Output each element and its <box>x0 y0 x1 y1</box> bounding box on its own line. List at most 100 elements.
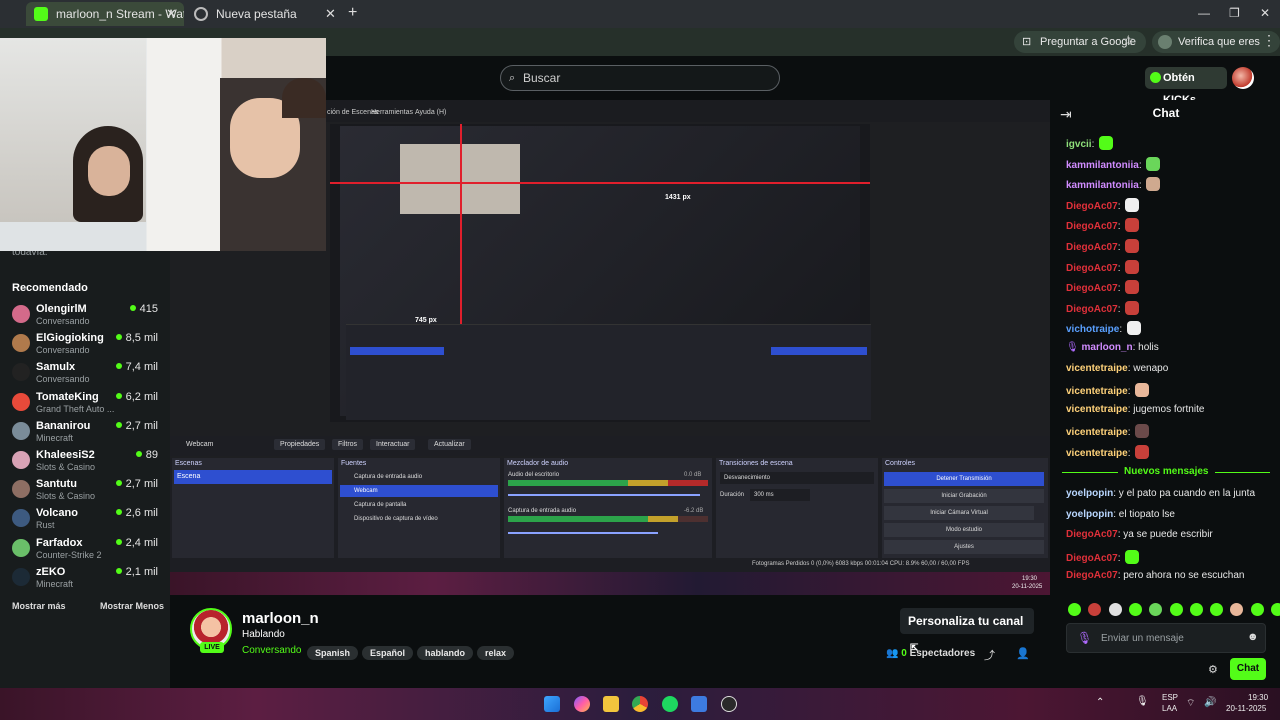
tray-chevron-icon[interactable]: ⌃ <box>1096 697 1104 708</box>
emote-icon[interactable] <box>1169 603 1183 616</box>
virtual-camera-button[interactable]: Iniciar Cámara Virtual <box>884 506 1034 520</box>
emote-icon[interactable] <box>1108 603 1122 616</box>
emote-icon[interactable] <box>1128 603 1142 616</box>
chat-username[interactable]: vicentetraipe <box>1066 363 1128 374</box>
obs-studio-icon[interactable] <box>721 696 737 712</box>
source-item[interactable]: Dispositivo de captura de vídeo <box>340 513 498 525</box>
roblox-icon[interactable] <box>691 696 707 712</box>
maximize-button[interactable]: ❐ <box>1229 6 1240 20</box>
recommended-channel[interactable]: Farfadox Counter-Strike 2 2,4 mil <box>0 535 170 564</box>
recommended-channel[interactable]: zEKO Minecraft 2,1 mil <box>0 564 170 593</box>
close-tab-icon[interactable]: ✕ <box>325 6 336 22</box>
bookmark-star-icon[interactable]: ☆ <box>1122 32 1135 49</box>
emote-icon[interactable] <box>1210 603 1224 616</box>
chat-username[interactable]: vicentetraipe <box>1066 404 1128 415</box>
show-less-button[interactable]: Mostrar Menos <box>100 601 164 611</box>
chat-username[interactable]: vicentetraipe <box>1066 448 1128 459</box>
mixer-volume-slider[interactable] <box>508 532 658 534</box>
search-input[interactable]: ⌕ Buscar <box>500 65 780 91</box>
close-window-button[interactable]: ✕ <box>1260 6 1270 20</box>
user-avatar[interactable] <box>1232 67 1254 89</box>
chat-username[interactable]: DiegoAc07 <box>1066 570 1118 581</box>
follow-icon[interactable]: 👤 <box>1016 647 1030 660</box>
input-region[interactable]: LAA <box>1162 704 1177 713</box>
stop-streaming-button[interactable]: Detener Transmisión <box>884 472 1044 486</box>
chat-username[interactable]: yoelpopin <box>1066 509 1113 520</box>
chat-username[interactable]: vicentetraipe <box>1066 427 1128 438</box>
scene-item[interactable]: Escena <box>174 470 332 484</box>
send-chat-button[interactable]: Chat <box>1230 658 1266 680</box>
recommended-channel[interactable]: TomateKing Grand Theft Auto ... 6,2 mil <box>0 389 170 418</box>
chat-username[interactable]: DiegoAc07 <box>1066 553 1118 564</box>
chat-username[interactable]: DiegoAc07 <box>1066 201 1118 212</box>
get-kicks-button[interactable]: Obtén KICKs <box>1145 67 1227 106</box>
emote-icon[interactable] <box>1149 603 1163 616</box>
spotify-icon[interactable] <box>662 696 678 712</box>
customize-channel-button[interactable]: Personaliza tu canal ⇱ <box>900 608 1034 654</box>
tag-chip[interactable]: Spanish <box>307 646 359 660</box>
emote-icon[interactable] <box>1088 603 1102 616</box>
chrome-icon[interactable] <box>632 696 648 712</box>
tag-chip[interactable]: Español <box>362 646 414 660</box>
start-recording-button[interactable]: Iniciar Grabación <box>884 489 1044 503</box>
new-tab-button[interactable]: + <box>348 4 357 22</box>
emote-icon[interactable] <box>1250 603 1264 616</box>
tag-chip[interactable]: relax <box>477 646 515 660</box>
volume-icon[interactable]: 🔊 <box>1204 697 1216 708</box>
microphone-icon[interactable]: 🎙 <box>1077 631 1092 645</box>
emote-icon[interactable] <box>1271 603 1280 616</box>
chat-username[interactable]: kammilantoniia <box>1066 160 1139 171</box>
tag-chip[interactable]: hablando <box>417 646 474 660</box>
close-tab-icon[interactable]: ✕ <box>166 6 177 22</box>
copilot-icon[interactable] <box>574 696 590 712</box>
obs-refresh-button[interactable]: Actualizar <box>428 439 471 450</box>
source-item[interactable]: Webcam <box>340 485 498 497</box>
system-date[interactable]: 20-11-2025 <box>1226 704 1266 713</box>
tray-mic-icon[interactable]: 🎙 <box>1136 696 1149 707</box>
source-item[interactable]: Captura de entrada audio <box>340 471 498 483</box>
chat-username[interactable]: vicentetraipe <box>1066 386 1128 397</box>
obs-filters-button[interactable]: Filtros <box>332 439 364 450</box>
chat-username[interactable]: igvcii <box>1066 139 1092 150</box>
recommended-channel[interactable]: OlengirlM Conversando 415 <box>0 301 170 330</box>
chat-username[interactable]: DiegoAc07 <box>1066 242 1118 253</box>
chat-username[interactable]: DiegoAc07 <box>1066 221 1118 232</box>
recommended-channel[interactable]: KhaleesiS2 Slots & Casino 89 <box>0 447 170 476</box>
settings-button[interactable]: Ajustes <box>884 540 1044 554</box>
emote-icon[interactable] <box>1230 603 1244 616</box>
emote-icon[interactable] <box>1068 603 1081 616</box>
chat-settings-icon[interactable]: ⚙ <box>1208 663 1218 676</box>
source-item[interactable]: Captura de pantalla <box>340 499 498 511</box>
transition-select[interactable]: Desvanecimiento <box>720 472 874 484</box>
recommended-channel[interactable]: Santutu Slots & Casino 2,7 mil <box>0 476 170 505</box>
show-more-button[interactable]: Mostrar más <box>12 601 66 611</box>
obs-properties-button[interactable]: Propiedades <box>274 439 326 450</box>
verify-button[interactable]: Verifica que eres tú <box>1152 31 1280 70</box>
recommended-channel[interactable]: Volcano Rust 2,6 mil <box>0 505 170 534</box>
share-icon[interactable]: ⤴ <box>984 647 995 663</box>
obs-interact-button[interactable]: Interactuar <box>370 439 416 450</box>
stream-category[interactable]: Conversando <box>242 645 301 656</box>
chat-username[interactable]: kammilantoniia <box>1066 180 1139 191</box>
wifi-icon[interactable]: ⌔ <box>1186 697 1195 710</box>
more-menu-icon[interactable]: ⋮ <box>1262 32 1276 49</box>
recommended-channel[interactable]: Samulx Conversando 7,4 mil <box>0 359 170 388</box>
system-clock[interactable]: 19:30 <box>1248 693 1268 702</box>
start-menu-icon[interactable] <box>544 696 560 712</box>
emote-icon[interactable] <box>1189 603 1203 616</box>
file-explorer-icon[interactable] <box>603 696 619 712</box>
chat-username[interactable]: DiegoAc07 <box>1066 304 1118 315</box>
duration-input[interactable]: 300 ms <box>750 489 810 501</box>
tab-kick-stream[interactable]: marloon_n Stream - Watch Live <box>26 2 184 26</box>
chat-username[interactable]: marloon_n <box>1081 342 1132 353</box>
chat-username[interactable]: DiegoAc07 <box>1066 283 1118 294</box>
emoji-icon[interactable]: ☻ <box>1247 631 1259 643</box>
channel-name[interactable]: marloon_n <box>242 610 319 627</box>
recommended-channel[interactable]: ElGiogioking Conversando 8,5 mil <box>0 330 170 359</box>
chat-username[interactable]: yoelpopin <box>1066 488 1113 499</box>
chat-input[interactable]: 🎙 Enviar un mensaje ☻ <box>1066 623 1266 653</box>
chat-username[interactable]: vichotraipe <box>1066 324 1119 335</box>
chat-username[interactable]: DiegoAc07 <box>1066 529 1118 540</box>
chat-username[interactable]: DiegoAc07 <box>1066 263 1118 274</box>
minimize-button[interactable]: — <box>1198 6 1210 20</box>
